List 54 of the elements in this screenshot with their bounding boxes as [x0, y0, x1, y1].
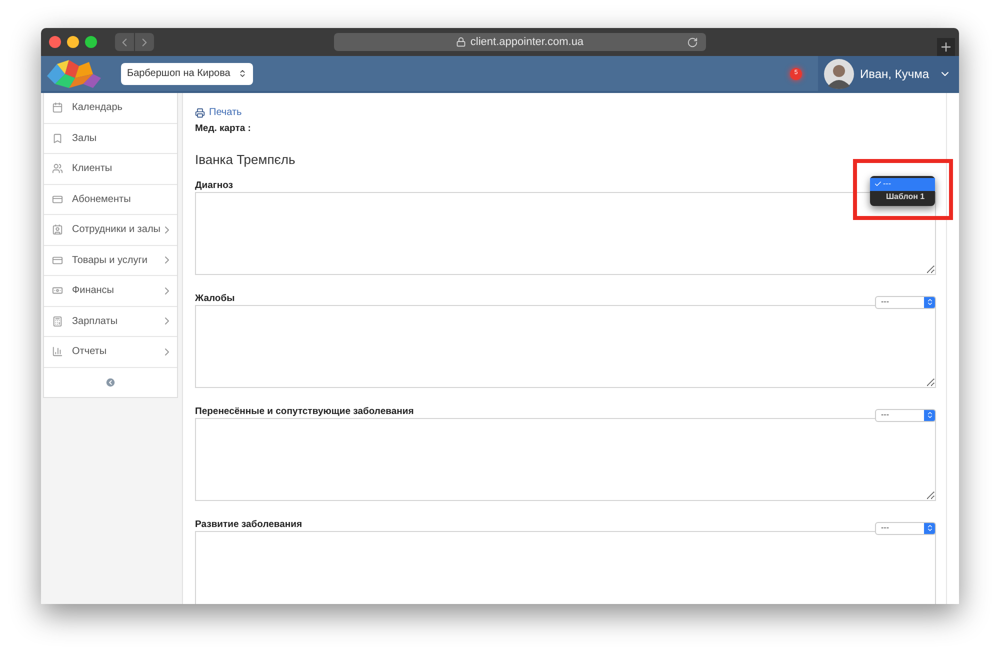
field-label: Диагноз	[195, 180, 233, 192]
up-down-icon	[926, 524, 934, 532]
new-tab-button[interactable]	[937, 38, 955, 56]
up-down-icon	[926, 411, 934, 420]
dropdown-option[interactable]: Шаблон 1	[870, 190, 935, 204]
id-card-icon	[52, 224, 63, 236]
sidebar-item[interactable]: Товары и услуги	[44, 246, 177, 276]
sidebar-item[interactable]: Сотрудники и залы	[44, 215, 177, 246]
patient-name: Іванка Тремпєль	[195, 151, 296, 170]
field-label: Развитие заболевания	[195, 518, 302, 531]
sidebar-item[interactable]: Зарплаты	[44, 306, 177, 337]
bookmark-icon	[52, 132, 63, 144]
url-text: client.appointer.com.ua	[470, 34, 584, 50]
sidebar-item[interactable]: Финансы	[44, 276, 177, 306]
user-name: Иван, Кучма	[860, 66, 929, 82]
sidebar-item[interactable]: Календарь	[44, 93, 177, 124]
user-menu[interactable]: Иван, Кучма	[818, 56, 959, 91]
template-select[interactable]: ---	[875, 296, 936, 309]
sidebar-item[interactable]: Клиенты	[44, 154, 177, 184]
up-down-icon	[926, 298, 934, 306]
logo-icon	[45, 58, 103, 90]
forward-button[interactable]	[135, 33, 154, 51]
dropdown-option[interactable]: ---	[870, 178, 935, 191]
lock-icon	[456, 37, 466, 47]
template-select[interactable]: ---	[875, 408, 936, 422]
card-icon	[52, 254, 63, 266]
users-icon	[52, 163, 63, 174]
printer-icon	[195, 108, 205, 118]
sidebar-item[interactable]: Залы	[44, 124, 177, 154]
card-label: Мед. карта :	[195, 122, 252, 136]
calendar-icon	[52, 102, 63, 114]
text-area[interactable]	[195, 192, 936, 275]
reload-icon[interactable]	[687, 36, 698, 48]
close-window-icon[interactable]	[49, 36, 61, 48]
minimize-window-icon[interactable]	[67, 36, 79, 48]
up-down-icon	[238, 69, 248, 78]
print-link[interactable]: Печать	[195, 105, 242, 120]
back-button[interactable]	[115, 33, 134, 51]
maximize-window-icon[interactable]	[85, 36, 97, 48]
banknote-icon	[52, 285, 63, 296]
collapse-sidebar-icon[interactable]	[105, 376, 116, 388]
check-icon	[874, 180, 882, 188]
field-label: Жалобы	[195, 292, 235, 305]
address-bar[interactable]: client.appointer.com.ua	[334, 33, 706, 51]
sidebar-item[interactable]: Абонементы	[44, 184, 177, 215]
location-select[interactable]: Барбершоп на Кирова	[121, 62, 254, 84]
calculator-icon	[52, 316, 63, 327]
field-label: Перенесённые и сопутствующие заболевания	[195, 406, 414, 418]
sidebar-item[interactable]: Отчеты	[44, 337, 177, 368]
template-select[interactable]: ---	[875, 522, 936, 535]
card-icon	[52, 194, 63, 205]
avatar-icon	[824, 58, 854, 88]
bar-chart-icon	[52, 346, 63, 358]
plus-icon	[939, 40, 953, 54]
